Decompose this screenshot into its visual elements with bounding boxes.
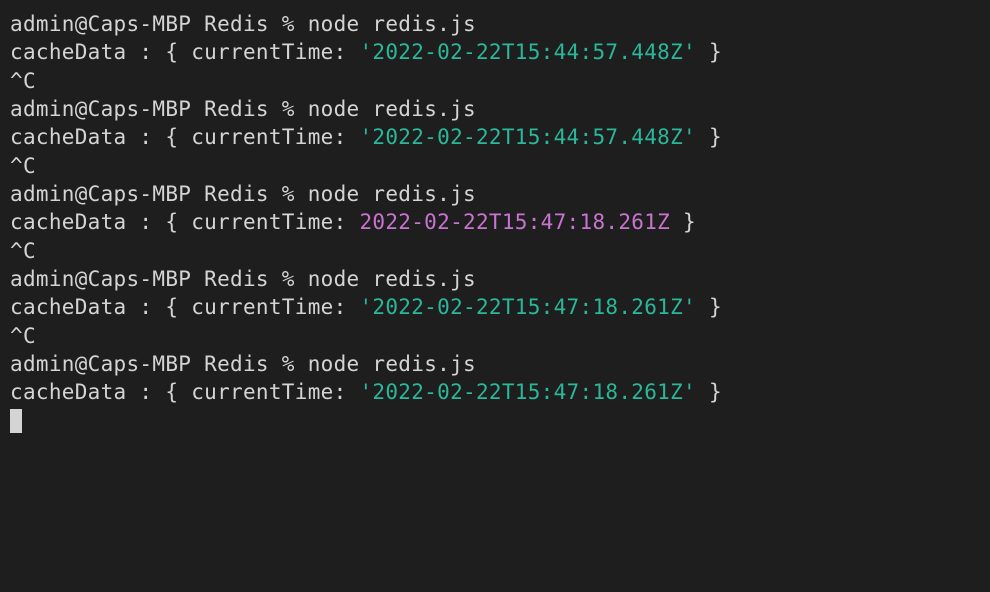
prompt-line: admin@Caps-MBP Redis % node redis.js (10, 180, 980, 208)
output-line: cacheData : { currentTime: '2022-02-22T1… (10, 378, 980, 406)
interrupt-line: ^C (10, 322, 980, 350)
output-suffix: } (670, 210, 696, 234)
prompt-line: admin@Caps-MBP Redis % node redis.js (10, 95, 980, 123)
shell-prompt: admin@Caps-MBP Redis % (10, 97, 308, 121)
interrupt-line: ^C (10, 237, 980, 265)
output-line: cacheData : { currentTime: 2022-02-22T15… (10, 208, 980, 236)
command-text: node redis.js (308, 267, 476, 291)
timestamp-value: '2022-02-22T15:44:57.448Z' (359, 125, 696, 149)
command-text: node redis.js (308, 12, 476, 36)
timestamp-value: 2022-02-22T15:47:18.261Z (359, 210, 670, 234)
timestamp-value: '2022-02-22T15:44:57.448Z' (359, 40, 696, 64)
shell-prompt: admin@Caps-MBP Redis % (10, 352, 308, 376)
shell-prompt: admin@Caps-MBP Redis % (10, 12, 308, 36)
output-line: cacheData : { currentTime: '2022-02-22T1… (10, 38, 980, 66)
interrupt-signal: ^C (10, 239, 36, 263)
shell-prompt: admin@Caps-MBP Redis % (10, 182, 308, 206)
output-line: cacheData : { currentTime: '2022-02-22T1… (10, 123, 980, 151)
prompt-line: admin@Caps-MBP Redis % node redis.js (10, 265, 980, 293)
timestamp-value: '2022-02-22T15:47:18.261Z' (359, 295, 696, 319)
interrupt-signal: ^C (10, 324, 36, 348)
timestamp-value: '2022-02-22T15:47:18.261Z' (359, 380, 696, 404)
output-line: cacheData : { currentTime: '2022-02-22T1… (10, 293, 980, 321)
prompt-line: admin@Caps-MBP Redis % node redis.js (10, 10, 980, 38)
interrupt-signal: ^C (10, 69, 36, 93)
command-text: node redis.js (308, 352, 476, 376)
output-suffix: } (696, 295, 722, 319)
cursor-line (10, 407, 980, 435)
shell-prompt: admin@Caps-MBP Redis % (10, 267, 308, 291)
command-text: node redis.js (308, 182, 476, 206)
interrupt-line: ^C (10, 67, 980, 95)
interrupt-line: ^C (10, 152, 980, 180)
cursor-icon (10, 409, 22, 433)
terminal-output[interactable]: admin@Caps-MBP Redis % node redis.js cac… (10, 10, 980, 435)
output-prefix: cacheData : { currentTime: (10, 40, 359, 64)
interrupt-signal: ^C (10, 154, 36, 178)
output-prefix: cacheData : { currentTime: (10, 380, 359, 404)
output-prefix: cacheData : { currentTime: (10, 295, 359, 319)
prompt-line: admin@Caps-MBP Redis % node redis.js (10, 350, 980, 378)
output-suffix: } (696, 40, 722, 64)
output-prefix: cacheData : { currentTime: (10, 210, 359, 234)
command-text: node redis.js (308, 97, 476, 121)
output-prefix: cacheData : { currentTime: (10, 125, 359, 149)
output-suffix: } (696, 125, 722, 149)
output-suffix: } (696, 380, 722, 404)
